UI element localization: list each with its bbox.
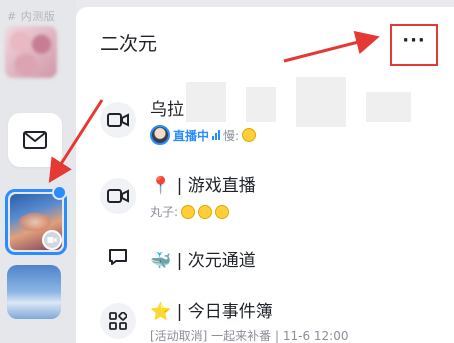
annotation-arrows bbox=[48, 30, 380, 184]
arrow-to-server-icon bbox=[48, 99, 104, 184]
arrow-to-more-button bbox=[283, 30, 380, 63]
